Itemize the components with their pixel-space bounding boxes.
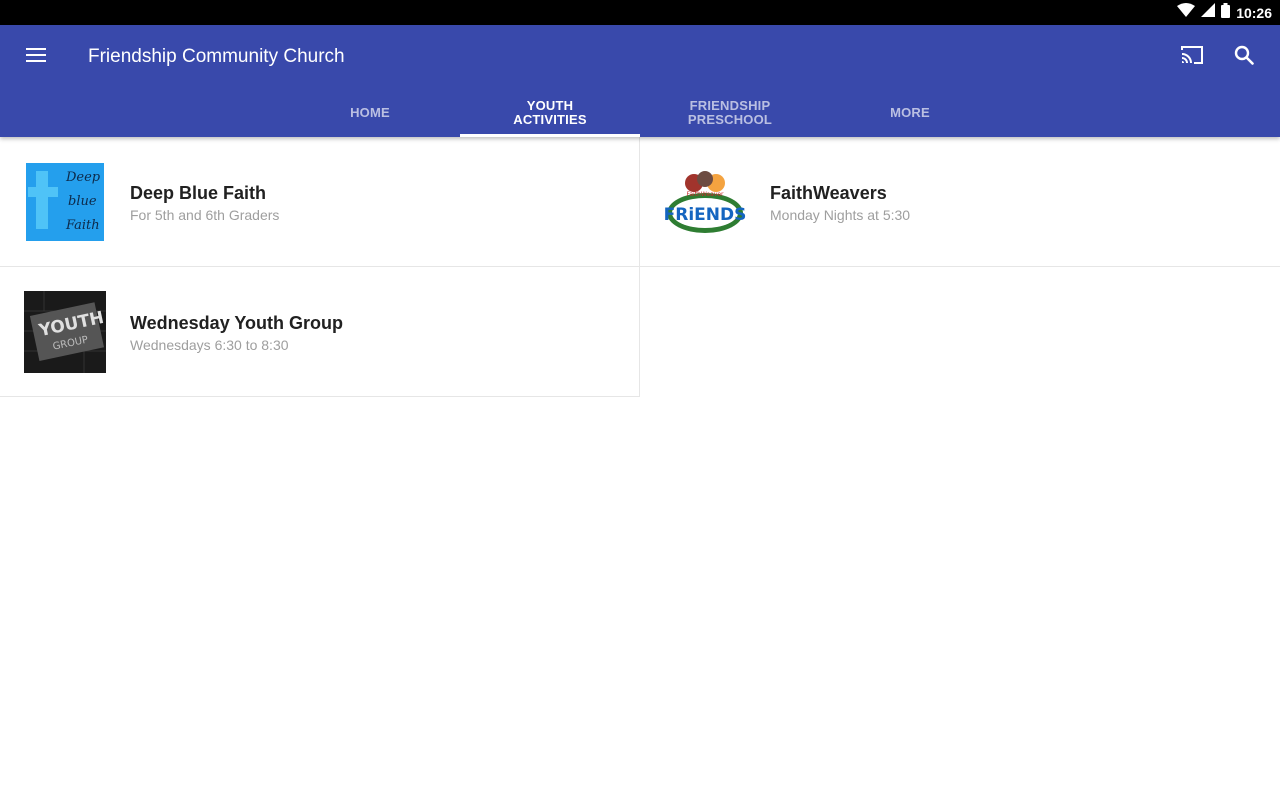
menu-icon (26, 47, 46, 68)
list-item-faithweavers[interactable]: FaithWeaver FRiENDS FaithWeavers Monday … (640, 137, 1280, 267)
list-item-wednesday-youth-group[interactable]: YOUTH GROUP Wednesday Youth Group Wednes… (0, 267, 640, 397)
faithweavers-logo-caption: FaithWeaver (686, 191, 724, 198)
faithweavers-logo: FaithWeaver FRiENDS (664, 161, 746, 243)
deep-blue-faith-word-1: Deep (65, 170, 101, 185)
deep-blue-faith-word-3: Faith (65, 218, 100, 233)
battery-icon (1221, 2, 1231, 23)
app-title: Friendship Community Church (88, 46, 345, 67)
item-title: Wednesday Youth Group (130, 313, 344, 333)
item-subtitle: Monday Nights at 5:30 (770, 207, 911, 223)
tab-more-label: MORE (890, 105, 930, 120)
tab-home[interactable]: HOME (280, 89, 460, 137)
app-bar: Friendship Community Church HOME YOUTH A… (0, 25, 1280, 137)
tab-more[interactable]: MORE (820, 89, 1000, 137)
menu-button[interactable] (16, 37, 56, 77)
tab-bar: HOME YOUTH ACTIVITIES FRIENDSHIP PRESCHO… (280, 89, 1000, 137)
deep-blue-faith-thumbnail: Deep blue Faith (24, 161, 106, 243)
deep-blue-faith-word-2: blue (68, 194, 97, 209)
tab-home-label: HOME (350, 105, 390, 120)
item-subtitle: Wednesdays 6:30 to 8:30 (130, 337, 289, 353)
list-item-deep-blue-faith[interactable]: Deep blue Faith Deep Blue Faith For 5th … (0, 137, 640, 267)
cast-icon (1180, 45, 1204, 70)
faithweavers-logo-word: FRiENDS (664, 205, 746, 225)
search-button[interactable] (1224, 37, 1264, 77)
status-bar: 10:26 (0, 0, 1280, 25)
signal-icon (1201, 3, 1216, 22)
cast-button[interactable] (1172, 37, 1212, 77)
tab-youth-activities-label: YOUTH ACTIVITIES (513, 98, 587, 127)
tab-friendship-preschool[interactable]: FRIENDSHIP PRESCHOOL (640, 89, 820, 137)
wifi-icon (1177, 3, 1196, 22)
status-time: 10:26 (1236, 4, 1272, 21)
wednesday-youth-group-thumbnail: YOUTH GROUP (24, 291, 106, 373)
item-title: FaithWeavers (770, 183, 887, 203)
tab-friendship-preschool-label: FRIENDSHIP PRESCHOOL (687, 98, 773, 127)
search-icon (1234, 45, 1254, 70)
item-subtitle: For 5th and 6th Graders (130, 207, 280, 223)
item-title: Deep Blue Faith (130, 183, 267, 203)
tab-youth-activities[interactable]: YOUTH ACTIVITIES (460, 89, 640, 137)
status-icons: 10:26 (1177, 0, 1272, 25)
